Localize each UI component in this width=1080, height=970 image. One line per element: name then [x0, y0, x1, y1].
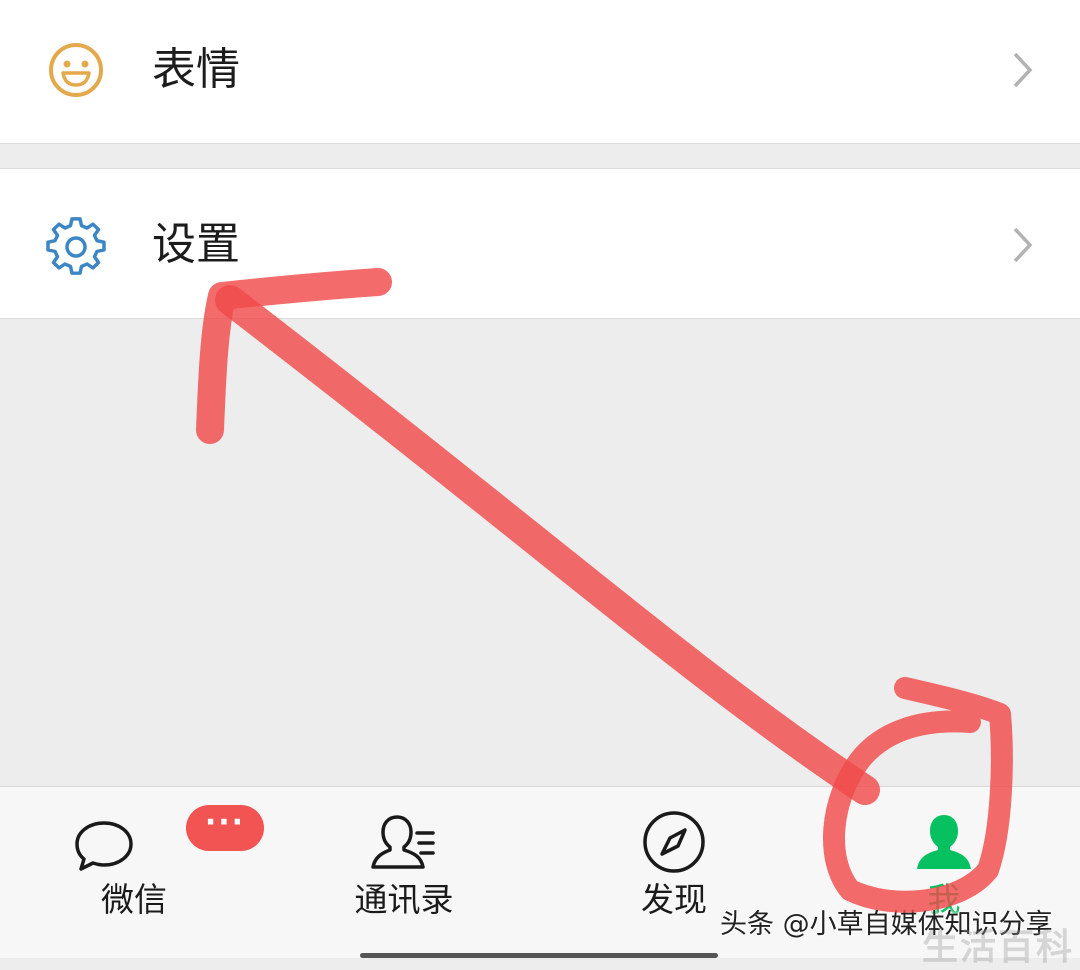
gear-icon	[46, 217, 106, 275]
site-watermark: 生活百科	[922, 927, 1075, 968]
menu-item-stickers[interactable]: 表情	[0, 0, 1080, 144]
tab-chats[interactable]: ··· 微信	[34, 787, 264, 937]
tab-chats-label: 微信	[101, 880, 167, 919]
smiley-icon	[49, 43, 103, 97]
unread-badge: ···	[186, 805, 264, 851]
chevron-right-icon	[1013, 52, 1033, 88]
tab-contacts-label: 通讯录	[354, 880, 454, 919]
compass-icon	[643, 811, 705, 873]
chevron-right-icon	[1013, 227, 1033, 263]
person-icon	[917, 815, 971, 869]
tab-contacts[interactable]: 通讯录	[304, 787, 504, 937]
chat-bubble-icon	[75, 821, 133, 871]
menu-item-settings[interactable]: 设置	[0, 168, 1080, 319]
menu-item-stickers-label: 表情	[152, 44, 240, 95]
contacts-icon	[371, 815, 435, 869]
home-indicator	[360, 953, 718, 958]
menu-item-settings-label: 设置	[152, 219, 240, 270]
